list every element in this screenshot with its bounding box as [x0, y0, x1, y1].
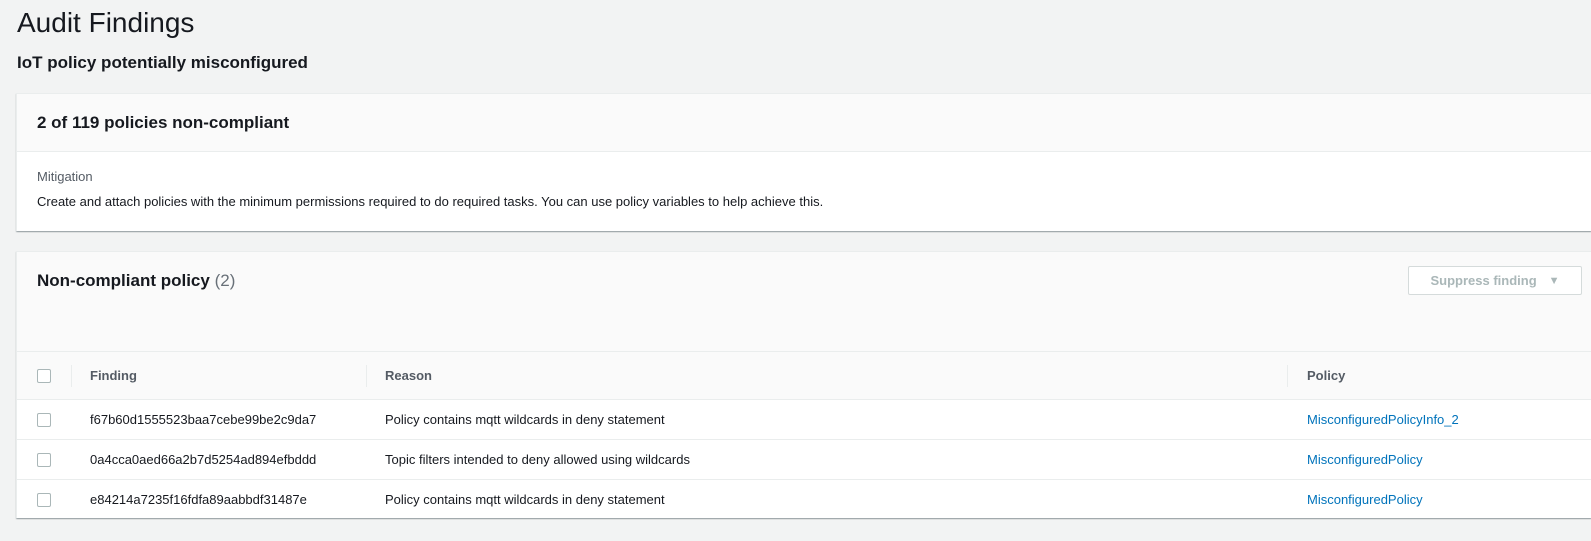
finding-id: 0a4cca0aed66a2b7d5254ad894efbddd	[90, 452, 317, 467]
column-header-finding[interactable]: Finding	[90, 352, 137, 399]
mitigation-label: Mitigation	[37, 169, 93, 184]
table-count: (2)	[214, 271, 236, 290]
column-header-reason[interactable]: Reason	[385, 352, 432, 399]
finding-id: e84214a7235f16fdfa89aabbdf31487e	[90, 492, 307, 507]
column-header-policy[interactable]: Policy	[1307, 352, 1345, 399]
column-divider[interactable]	[366, 365, 367, 387]
policy-cell: MisconfiguredPolicy	[1307, 480, 1423, 519]
page-title: Audit Findings	[17, 7, 195, 38]
row-select-cell	[37, 480, 51, 519]
row-checkbox[interactable]	[37, 492, 51, 507]
suppress-finding-label: Suppress finding	[1430, 273, 1537, 288]
table-title-text: Non-compliant policy	[37, 271, 210, 290]
table-row: e84214a7235f16fdfa89aabbdf31487e Policy …	[17, 480, 1591, 519]
caret-down-icon: ▼	[1548, 274, 1560, 287]
mitigation-text: Create and attach policies with the mini…	[37, 194, 824, 209]
row-checkbox[interactable]	[37, 412, 51, 427]
policy-link[interactable]: MisconfiguredPolicyInfo_2	[1307, 412, 1459, 427]
table-body: f67b60d1555523baa7cebe99be2c9da7 Policy …	[17, 400, 1591, 519]
finding-reason: Topic filters intended to deny allowed u…	[385, 452, 690, 467]
policy-cell: MisconfiguredPolicyInfo_2	[1307, 400, 1459, 439]
table-row: 0a4cca0aed66a2b7d5254ad894efbddd Topic f…	[17, 440, 1591, 480]
finding-reason: Policy contains mqtt wildcards in deny s…	[385, 412, 665, 427]
policy-cell: MisconfiguredPolicy	[1307, 440, 1423, 479]
summary-title: 2 of 119 policies non-compliant	[37, 113, 290, 132]
select-all-cell	[37, 352, 51, 399]
column-divider[interactable]	[71, 365, 72, 387]
finding-id: f67b60d1555523baa7cebe99be2c9da7	[90, 412, 317, 427]
table-header: Non-compliant policy (2) Suppress findin…	[17, 252, 1591, 351]
row-select-cell	[37, 400, 51, 439]
policy-link[interactable]: MisconfiguredPolicy	[1307, 492, 1423, 507]
suppress-finding-button[interactable]: Suppress finding ▼	[1408, 266, 1582, 295]
select-all-checkbox[interactable]	[37, 368, 51, 383]
table-row: f67b60d1555523baa7cebe99be2c9da7 Policy …	[17, 400, 1591, 440]
table-title: Non-compliant policy (2)	[37, 269, 235, 293]
non-compliant-policy-panel: Non-compliant policy (2) Suppress findin…	[16, 251, 1591, 518]
summary-panel: 2 of 119 policies non-compliant Mitigati…	[16, 93, 1591, 231]
finding-reason: Policy contains mqtt wildcards in deny s…	[385, 492, 665, 507]
row-select-cell	[37, 440, 51, 479]
page-subtitle: IoT policy potentially misconfigured	[17, 53, 308, 72]
table-column-header-row: Finding Reason Policy	[17, 351, 1591, 400]
policy-link[interactable]: MisconfiguredPolicy	[1307, 452, 1423, 467]
row-checkbox[interactable]	[37, 452, 51, 467]
summary-header: 2 of 119 policies non-compliant	[17, 94, 1591, 152]
column-divider[interactable]	[1287, 365, 1288, 387]
